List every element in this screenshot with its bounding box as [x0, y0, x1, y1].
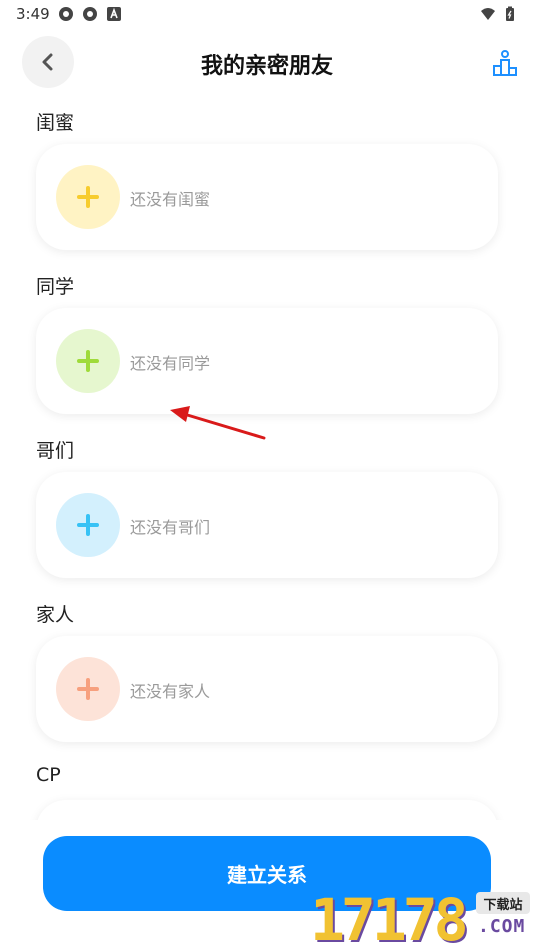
add-button[interactable] — [56, 657, 120, 721]
section-label: 家人 — [36, 604, 75, 626]
section-label: 同学 — [36, 276, 75, 298]
empty-text: 还没有同学 — [130, 354, 211, 373]
empty-text: 还没有闺蜜 — [130, 190, 211, 209]
empty-text: 还没有家人 — [130, 682, 211, 701]
add-button[interactable] — [56, 493, 120, 557]
plus-icon — [77, 514, 99, 536]
add-friend-card[interactable]: 还没有家人 — [36, 636, 498, 742]
plus-icon — [77, 186, 99, 208]
annotation-arrow-icon — [170, 406, 266, 440]
empty-text: 还没有哥们 — [130, 518, 211, 537]
section-label: 哥们 — [36, 440, 75, 462]
add-friend-card[interactable] — [36, 800, 498, 820]
watermark-number: 17178 — [310, 886, 469, 950]
add-friend-card[interactable]: 还没有哥们 — [36, 472, 498, 578]
plus-icon — [77, 350, 99, 372]
add-friend-card[interactable]: 还没有闺蜜 — [36, 144, 498, 250]
watermark-domain: .COM — [478, 916, 526, 937]
add-button[interactable] — [56, 165, 120, 229]
add-friend-card[interactable]: 还没有同学 — [36, 308, 498, 414]
plus-icon — [77, 678, 99, 700]
section-label: 闺蜜 — [36, 112, 75, 134]
section-label: CP — [36, 764, 61, 786]
watermark-badge: 下载站 — [476, 892, 530, 914]
watermark-logo: 17178 下载站 .COM — [310, 880, 534, 950]
add-button[interactable] — [56, 329, 120, 393]
